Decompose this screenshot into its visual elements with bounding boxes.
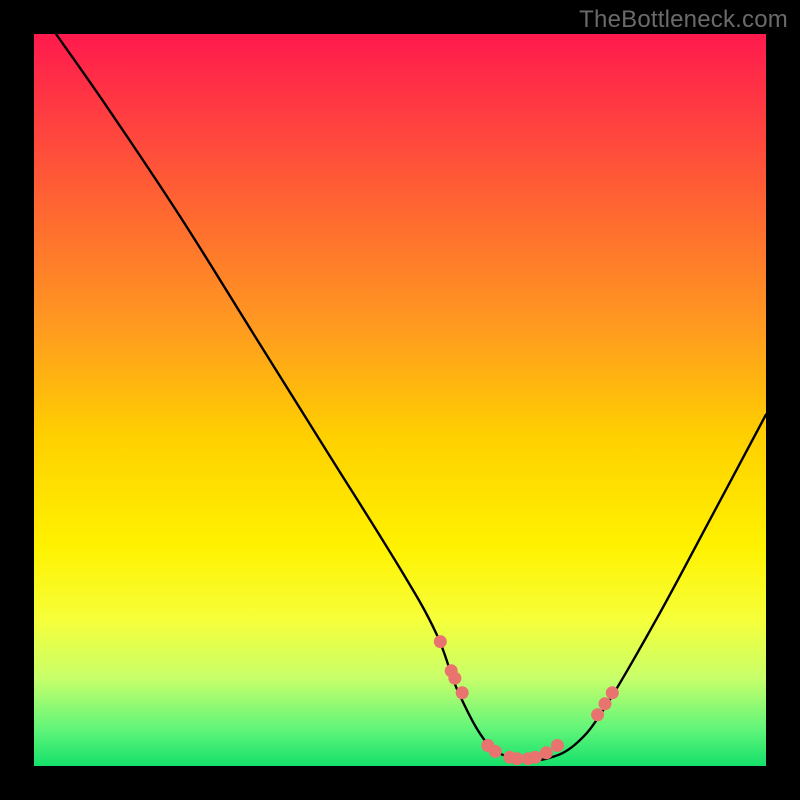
marker-dot	[591, 708, 604, 721]
bottleneck-curve	[56, 34, 766, 761]
marker-dot	[551, 739, 564, 752]
marker-dot	[456, 686, 469, 699]
chart-frame: TheBottleneck.com	[0, 0, 800, 800]
marker-dot	[599, 697, 612, 710]
curve-svg	[34, 34, 766, 766]
plot-area	[34, 34, 766, 766]
marker-dot	[489, 745, 502, 758]
marker-dot	[606, 686, 619, 699]
watermark-label: TheBottleneck.com	[579, 6, 788, 34]
marker-dot	[434, 635, 447, 648]
marker-dot	[448, 672, 461, 685]
marker-dot	[540, 746, 553, 759]
